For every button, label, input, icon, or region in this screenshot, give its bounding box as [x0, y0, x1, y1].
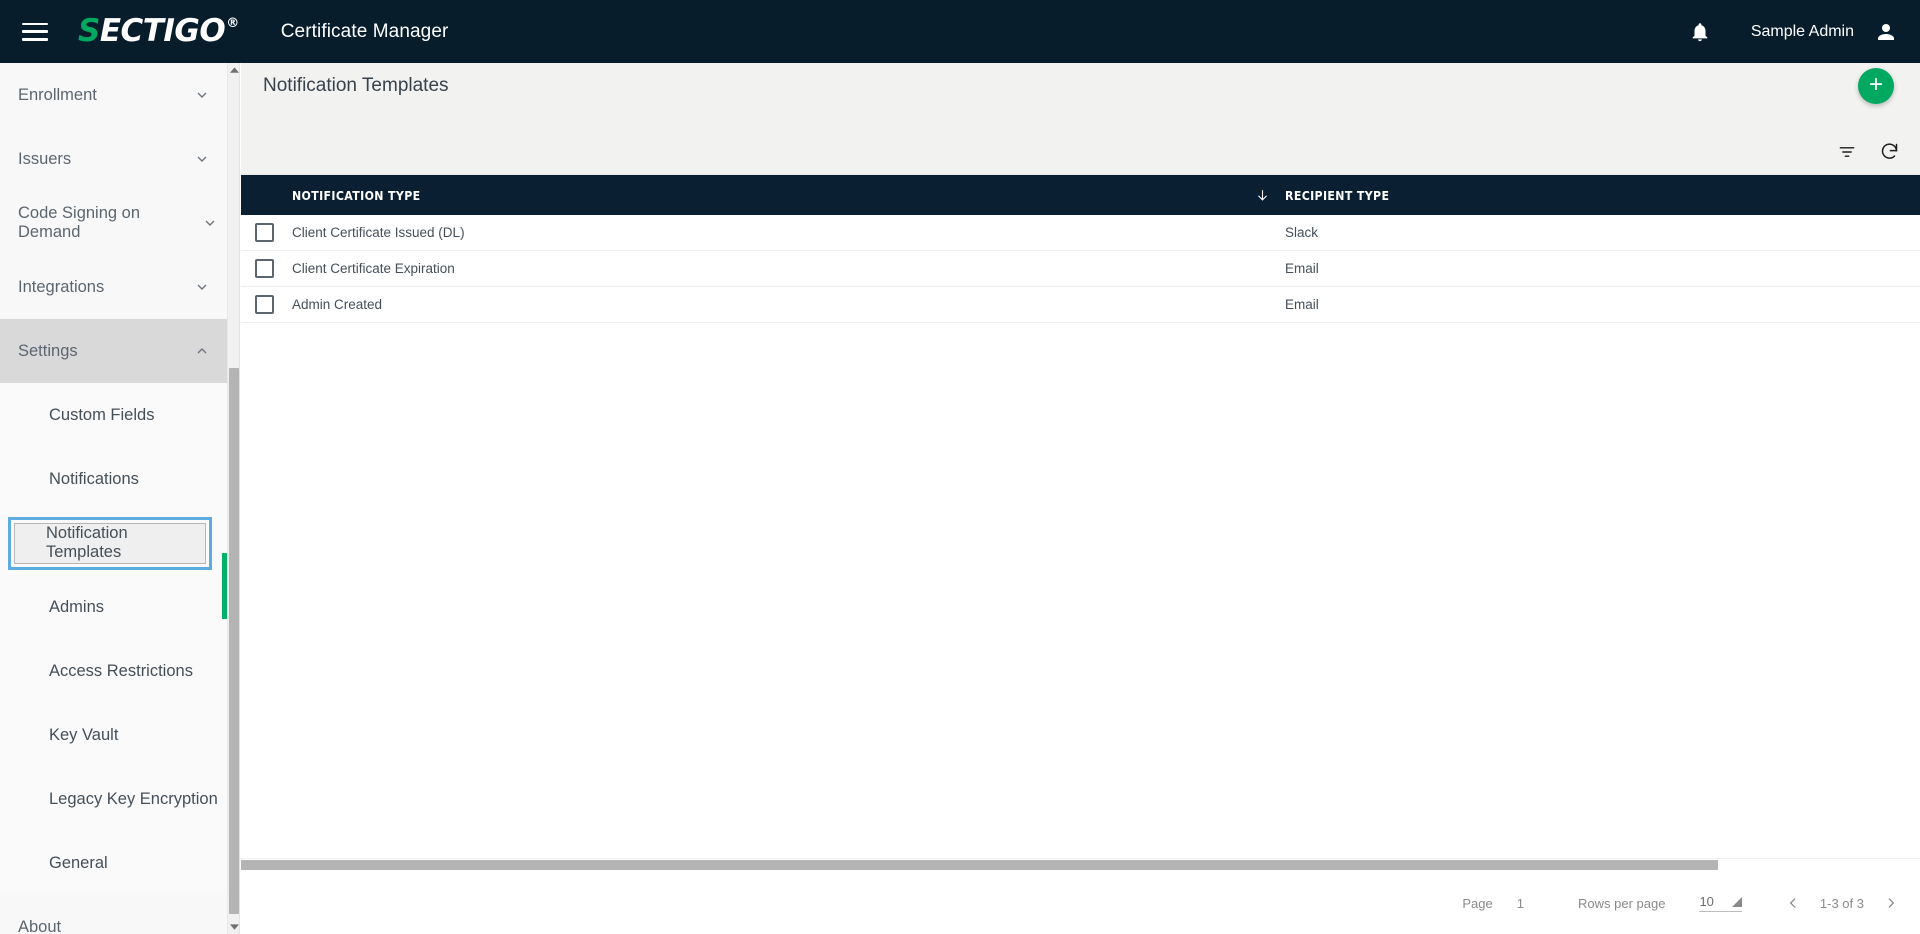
user-avatar-icon[interactable] [1874, 20, 1898, 44]
hamburger-line [22, 22, 48, 25]
notification-bell-icon[interactable] [1689, 21, 1711, 43]
refresh-icon[interactable] [1879, 141, 1900, 162]
rows-per-page-label: Rows per page [1577, 895, 1666, 911]
sort-descending-arrow-icon[interactable] [1255, 187, 1270, 204]
selected-item-focus-ring: Notification Templates [8, 516, 212, 570]
sidebar-item-label: Enrollment [18, 85, 97, 104]
pagination-range: 1-3 of 3 [1819, 895, 1864, 911]
admin-user-name: Sample Admin [1750, 22, 1854, 40]
pagination-nav: 1-3 of 3 [1786, 894, 1898, 912]
sidebar-item-access-restrictions[interactable]: Access Restrictions [0, 639, 228, 703]
chevron-up-icon [194, 343, 210, 359]
rows-per-page-select[interactable]: 10 [1699, 894, 1742, 912]
cell-notification-type: Client Certificate Issued (DL) [292, 225, 465, 240]
hamburger-line [22, 38, 48, 41]
table-body: Client Certificate Issued (DL) Slack Cli… [241, 215, 1920, 875]
app-title: Certificate Manager [280, 20, 449, 42]
main-content: Notification Templates + NOTIFICATION TY… [241, 63, 1920, 934]
chevron-down-icon [194, 87, 210, 103]
table-row[interactable]: Client Certificate Expiration Email [241, 251, 1920, 287]
sectigo-logo[interactable]: S ECTIGO ® [78, 16, 239, 47]
topbar-right-actions: Sample Admin [1689, 20, 1920, 44]
sidebar-item-label: Access Restrictions [49, 661, 193, 680]
horizontal-scrollbar[interactable] [241, 858, 1920, 870]
rows-per-page-value: 10 [1699, 894, 1714, 909]
page-title: Notification Templates [263, 75, 449, 96]
sidebar-item-custom-fields[interactable]: Custom Fields [0, 383, 228, 447]
sidebar-item-label: Notification Templates [46, 524, 128, 561]
filter-icon[interactable] [1837, 142, 1857, 162]
scroll-up-arrow-icon[interactable] [228, 63, 239, 77]
column-header-recipient-type[interactable]: RECIPIENT TYPE [1285, 188, 1389, 203]
chevron-left-icon[interactable] [1786, 894, 1800, 912]
registered-trademark-icon: ® [226, 16, 239, 31]
sidebar-scroll-area: Enrollment Issuers Code Signing on Deman… [0, 63, 228, 934]
column-header-notification-type[interactable]: NOTIFICATION TYPE [292, 188, 421, 203]
sidebar-item-issuers[interactable]: Issuers [0, 127, 228, 191]
triangle-dropdown-icon [1731, 897, 1742, 907]
cell-notification-type: Admin Created [292, 297, 383, 312]
logo-letter-s: S [78, 13, 100, 49]
sidebar-item-key-vault[interactable]: Key Vault [0, 703, 228, 767]
sidebar-item-label: Key Vault [49, 725, 119, 744]
sidebar-item-label: Custom Fields [49, 405, 155, 424]
logo-text: ECTIGO [99, 13, 226, 49]
hamburger-menu-icon[interactable] [22, 22, 48, 41]
cell-recipient-type: Slack [1285, 225, 1319, 240]
sidebar-navigation: Enrollment Issuers Code Signing on Deman… [0, 63, 240, 934]
table-row[interactable]: Admin Created Email [241, 287, 1920, 323]
sidebar-item-notification-templates[interactable]: Notification Templates [0, 511, 228, 575]
sidebar-item-label: Admins [49, 597, 105, 616]
cell-recipient-type: Email [1285, 297, 1319, 312]
sidebar-item-label: About [18, 917, 62, 934]
sidebar-scrollbar-thumb[interactable] [229, 368, 239, 914]
sidebar-item-label: Integrations [18, 277, 105, 296]
page-number[interactable]: 1 [1517, 896, 1524, 911]
table-header-row: NOTIFICATION TYPE RECIPIENT TYPE [241, 175, 1920, 215]
row-checkbox[interactable] [255, 223, 274, 242]
sidebar-item-enrollment[interactable]: Enrollment [0, 63, 228, 127]
sidebar-item-label: Legacy Key Encryption [49, 789, 218, 808]
sidebar-item-code-signing-on-demand[interactable]: Code Signing on Demand [0, 191, 228, 255]
plus-icon: + [1868, 71, 1883, 98]
sidebar-item-about[interactable]: About [0, 895, 228, 934]
sidebar-item-settings[interactable]: Settings [0, 319, 228, 383]
header-action-icons [1837, 141, 1900, 162]
sidebar-item-label: Notifications [49, 469, 139, 488]
row-checkbox[interactable] [255, 259, 274, 278]
sidebar-item-general[interactable]: General [0, 831, 228, 895]
table-row[interactable]: Client Certificate Issued (DL) Slack [241, 215, 1920, 251]
sidebar-item-label: Settings [18, 341, 78, 360]
page-header: Notification Templates + [241, 63, 1920, 175]
sidebar-item-notifications[interactable]: Notifications [0, 447, 228, 511]
horizontal-scrollbar-thumb[interactable] [241, 860, 1718, 870]
sidebar-item-label: Code Signing on Demand [18, 204, 141, 241]
chevron-down-icon [194, 279, 210, 295]
cell-recipient-type: Email [1285, 261, 1319, 276]
chevron-down-icon [202, 215, 218, 231]
selected-item-inner: Notification Templates [14, 522, 206, 564]
scroll-down-arrow-icon[interactable] [228, 920, 239, 934]
sidebar-item-label: General [49, 853, 108, 872]
pagination-bar: Page 1 Rows per page 10 1-3 of 3 [241, 872, 1920, 934]
sidebar-scrollbar[interactable] [227, 63, 239, 934]
row-checkbox[interactable] [255, 295, 274, 314]
sidebar-item-label: Issuers [18, 149, 72, 168]
sidebar-item-legacy-key-encryption[interactable]: Legacy Key Encryption [0, 767, 228, 831]
add-notification-template-button[interactable]: + [1858, 68, 1894, 104]
top-app-bar: S ECTIGO ® Certificate Manager Sample Admi… [0, 0, 1920, 63]
chevron-down-icon [194, 151, 210, 167]
chevron-right-icon[interactable] [1884, 894, 1898, 912]
hamburger-line [22, 30, 48, 33]
cell-notification-type: Client Certificate Expiration [292, 261, 455, 276]
sidebar-item-admins[interactable]: Admins [0, 575, 228, 639]
page-label: Page [1462, 895, 1493, 911]
sidebar-item-integrations[interactable]: Integrations [0, 255, 228, 319]
